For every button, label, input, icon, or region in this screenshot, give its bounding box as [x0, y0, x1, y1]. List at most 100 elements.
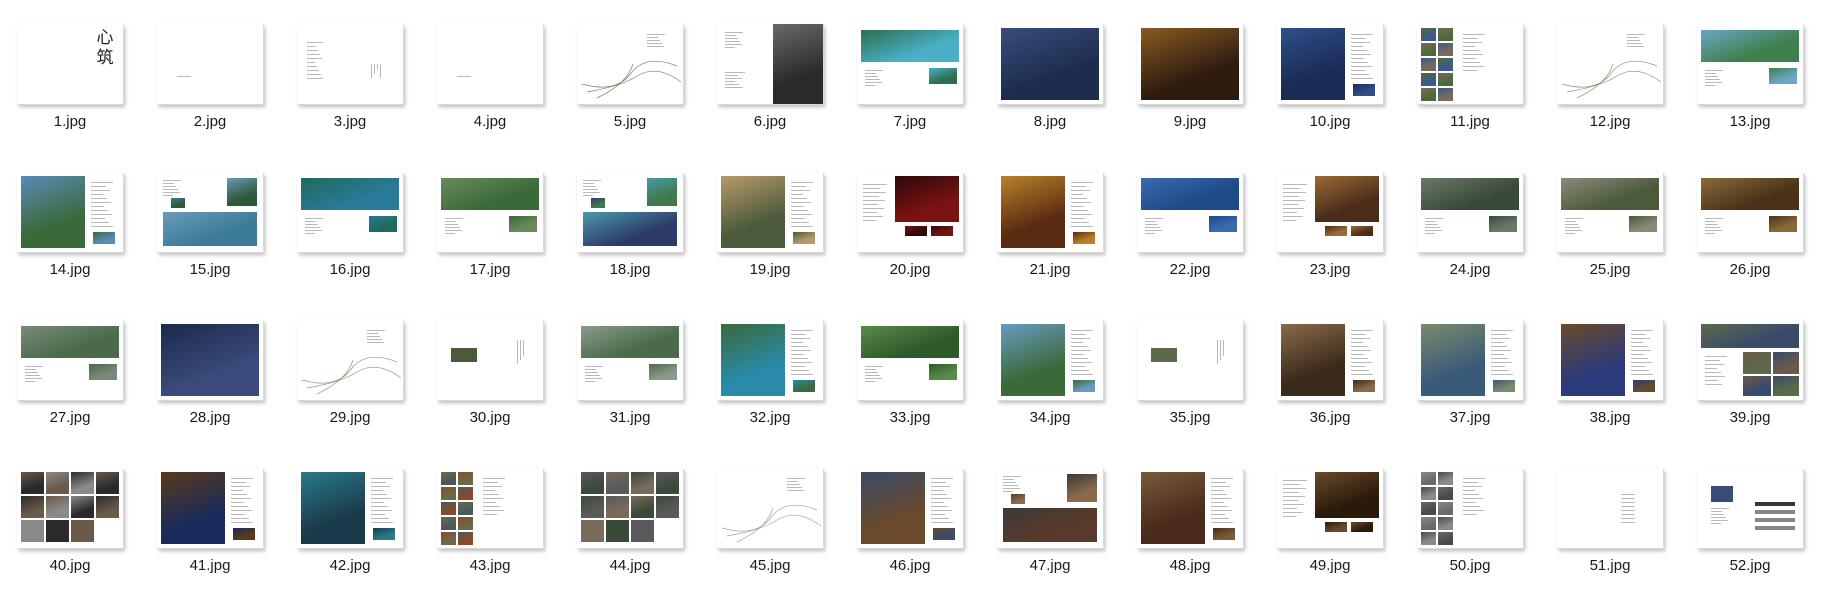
- thumb-photo: [1421, 532, 1436, 545]
- thumb-text-line: [1705, 372, 1721, 373]
- file-item[interactable]: 41.jpg: [140, 468, 280, 608]
- file-item[interactable]: 49.jpg: [1260, 468, 1400, 608]
- file-item[interactable]: 39.jpg: [1680, 320, 1820, 460]
- file-item[interactable]: 19.jpg: [700, 172, 840, 312]
- file-item[interactable]: 34.jpg: [980, 320, 1120, 460]
- file-item[interactable]: 14.jpg: [0, 172, 140, 312]
- file-item[interactable]: 15.jpg: [140, 172, 280, 312]
- thumb-text-line: [367, 330, 385, 331]
- file-name-label: 2.jpg: [193, 113, 227, 130]
- file-item[interactable]: 32.jpg: [700, 320, 840, 460]
- thumb-text-line: [445, 227, 460, 228]
- file-item[interactable]: 33.jpg: [840, 320, 980, 460]
- thumb-photo: [21, 496, 44, 518]
- file-item[interactable]: 37.jpg: [1400, 320, 1540, 460]
- file-item[interactable]: 40.jpg: [0, 468, 140, 608]
- file-item[interactable]: 4.jpg: [420, 24, 560, 164]
- file-item[interactable]: 36.jpg: [1260, 320, 1400, 460]
- file-item[interactable]: 22.jpg: [1120, 172, 1260, 312]
- thumb-photo: [1438, 532, 1453, 545]
- file-item[interactable]: 46.jpg: [840, 468, 980, 608]
- thumbnail-image: [1697, 320, 1803, 400]
- file-item[interactable]: 7.jpg: [840, 24, 980, 164]
- thumb-text-line: [307, 50, 318, 51]
- thumb-text-line: [865, 70, 883, 71]
- file-item[interactable]: 16.jpg: [280, 172, 420, 312]
- thumb-text-line: [585, 369, 596, 370]
- file-item[interactable]: 心筑 1.jpg: [0, 24, 140, 164]
- file-item[interactable]: 42.jpg: [280, 468, 420, 608]
- thumb-photo: [606, 496, 629, 518]
- thumbnail-image: [1557, 468, 1663, 548]
- file-item[interactable]: 11.jpg: [1400, 24, 1540, 164]
- thumb-text-line: [1711, 508, 1729, 509]
- file-item[interactable]: 28.jpg: [140, 320, 280, 460]
- thumbnail-image: [1697, 172, 1803, 252]
- file-item[interactable]: 2.jpg: [140, 24, 280, 164]
- file-item[interactable]: 50.jpg: [1400, 468, 1540, 608]
- file-item[interactable]: 44.jpg: [560, 468, 700, 608]
- thumb-text-line: [305, 221, 316, 222]
- file-item[interactable]: 23.jpg: [1260, 172, 1400, 312]
- file-item[interactable]: 29.jpg: [280, 320, 420, 460]
- file-item[interactable]: 30.jpg: [420, 320, 560, 460]
- thumb-text-line: [791, 358, 808, 359]
- thumb-text-line: [725, 84, 739, 85]
- file-item[interactable]: 43.jpg: [420, 468, 560, 608]
- thumb-text-line: [231, 506, 248, 507]
- file-item[interactable]: 12.jpg: [1540, 24, 1680, 164]
- thumb-photo: [1353, 84, 1375, 96]
- thumb-text-line: [25, 375, 40, 376]
- thumb-photo: [581, 472, 604, 494]
- file-item[interactable]: 10.jpg: [1260, 24, 1400, 164]
- file-item[interactable]: 47.jpg: [980, 468, 1120, 608]
- file-item[interactable]: 20.jpg: [840, 172, 980, 312]
- file-item[interactable]: 8.jpg: [980, 24, 1120, 164]
- file-item[interactable]: 24.jpg: [1400, 172, 1540, 312]
- file-item[interactable]: 38.jpg: [1540, 320, 1680, 460]
- thumb-photo: [1421, 88, 1436, 101]
- file-item[interactable]: 48.jpg: [1120, 468, 1260, 608]
- thumb-photo: [647, 178, 677, 206]
- thumb-text-line: [305, 233, 315, 234]
- thumb-photo: [1701, 324, 1799, 348]
- file-item[interactable]: 5.jpg: [560, 24, 700, 164]
- thumb-text-line: [931, 502, 944, 503]
- file-item[interactable]: 31.jpg: [560, 320, 700, 460]
- thumb-photo: [441, 517, 456, 530]
- thumb-text-line: [1351, 70, 1365, 71]
- file-item[interactable]: 25.jpg: [1540, 172, 1680, 312]
- thumb-text-line: [1705, 73, 1716, 74]
- file-item[interactable]: 9.jpg: [1120, 24, 1260, 164]
- thumb-text-line: [1283, 500, 1298, 501]
- thumb-text-line: [1463, 70, 1477, 71]
- thumb-text-line: [1491, 370, 1509, 371]
- thumb-text-line: [791, 366, 805, 367]
- file-item[interactable]: 51.jpg: [1540, 468, 1680, 608]
- file-item[interactable]: 35.jpg: [1120, 320, 1260, 460]
- thumb-photo: [1701, 30, 1799, 62]
- thumb-photo: [458, 472, 473, 485]
- thumb-text-line: [25, 378, 42, 379]
- file-item[interactable]: 18.jpg: [560, 172, 700, 312]
- thumb-text-column: [374, 64, 375, 74]
- file-item[interactable]: 27.jpg: [0, 320, 140, 460]
- file-item[interactable]: 26.jpg: [1680, 172, 1820, 312]
- thumb-text-line: [1711, 520, 1728, 521]
- thumb-logo-mark: [1755, 510, 1795, 514]
- file-item[interactable]: 17.jpg: [420, 172, 560, 312]
- file-item[interactable]: 13.jpg: [1680, 24, 1820, 164]
- thumb-photo: [861, 326, 959, 358]
- thumb-photo: [631, 496, 654, 518]
- thumb-photo: [1421, 487, 1436, 500]
- file-item[interactable]: 21.jpg: [980, 172, 1120, 312]
- thumb-text-line: [1705, 82, 1722, 83]
- thumb-photo: [721, 176, 785, 248]
- thumb-photo: [773, 24, 823, 104]
- file-item[interactable]: 6.jpg: [700, 24, 840, 164]
- file-item[interactable]: 52.jpg: [1680, 468, 1820, 608]
- file-item[interactable]: 3.jpg: [280, 24, 420, 164]
- thumb-text-line: [931, 522, 953, 523]
- thumb-text-line: [865, 73, 876, 74]
- file-item[interactable]: 45.jpg: [700, 468, 840, 608]
